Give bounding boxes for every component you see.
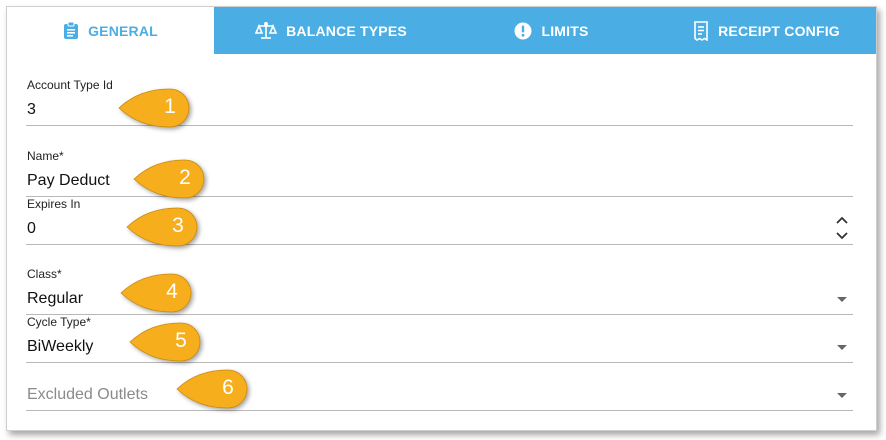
account-type-form-panel: GENERAL BALANCE TYPES LIMITS RECEIPT CON… [6, 6, 877, 431]
name-input[interactable]: Pay Deduct [27, 172, 110, 190]
callout-marker-2: 2 [132, 158, 208, 200]
callout-marker-1: 1 [117, 87, 193, 129]
receipt-icon [693, 20, 709, 41]
expires-in-label: Expires In [27, 197, 81, 211]
name-label: Name* [27, 149, 64, 163]
account-type-id-value[interactable]: 3 [27, 101, 36, 119]
callout-number-6: 6 [222, 376, 234, 399]
account-type-id-label: Account Type Id [27, 78, 113, 92]
cycle-type-dropdown-caret-icon[interactable] [837, 345, 847, 350]
scale-icon [255, 21, 278, 40]
tab-balance-types[interactable]: BALANCE TYPES [214, 7, 448, 54]
cycle-type-selected-value: BiWeekly [27, 338, 94, 355]
callout-marker-6: 6 [175, 368, 251, 410]
chevron-up-icon [836, 216, 848, 224]
cycle-type-label: Cycle Type* [27, 315, 91, 329]
class-selected-value: Regular [27, 290, 84, 307]
excluded-outlets-dropdown-caret-icon[interactable] [837, 393, 847, 398]
callout-number-2: 2 [179, 166, 191, 189]
excluded-outlets-underline [26, 410, 853, 411]
class-label: Class* [27, 267, 62, 281]
chevron-down-icon [836, 232, 848, 240]
callout-number-4: 4 [166, 280, 178, 303]
exclamation-circle-icon [514, 22, 532, 40]
tab-general-label: GENERAL [88, 22, 158, 39]
expires-in-input[interactable]: 0 [27, 220, 36, 238]
tab-limits-label: LIMITS [541, 22, 589, 39]
clipboard-icon [63, 21, 79, 40]
callout-number-3: 3 [172, 214, 184, 237]
tab-limits[interactable]: LIMITS [448, 7, 655, 54]
excluded-outlets-placeholder: Excluded Outlets [27, 386, 148, 403]
callout-marker-5: 5 [128, 321, 204, 363]
tab-receipt-config-label: RECEIPT CONFIG [718, 22, 840, 39]
tab-general[interactable]: GENERAL [7, 7, 214, 54]
class-dropdown-caret-icon[interactable] [837, 297, 847, 302]
tab-receipt-config[interactable]: RECEIPT CONFIG [655, 7, 878, 54]
excluded-outlets-select[interactable]: Excluded Outlets [26, 362, 853, 412]
callout-number-5: 5 [175, 329, 187, 352]
expires-in-stepper[interactable] [835, 215, 849, 241]
callout-marker-3: 3 [125, 206, 201, 248]
callout-marker-4: 4 [119, 272, 195, 314]
tab-bar: GENERAL BALANCE TYPES LIMITS RECEIPT CON… [7, 7, 876, 54]
callout-number-1: 1 [164, 95, 176, 118]
tab-balance-types-label: BALANCE TYPES [286, 22, 407, 39]
